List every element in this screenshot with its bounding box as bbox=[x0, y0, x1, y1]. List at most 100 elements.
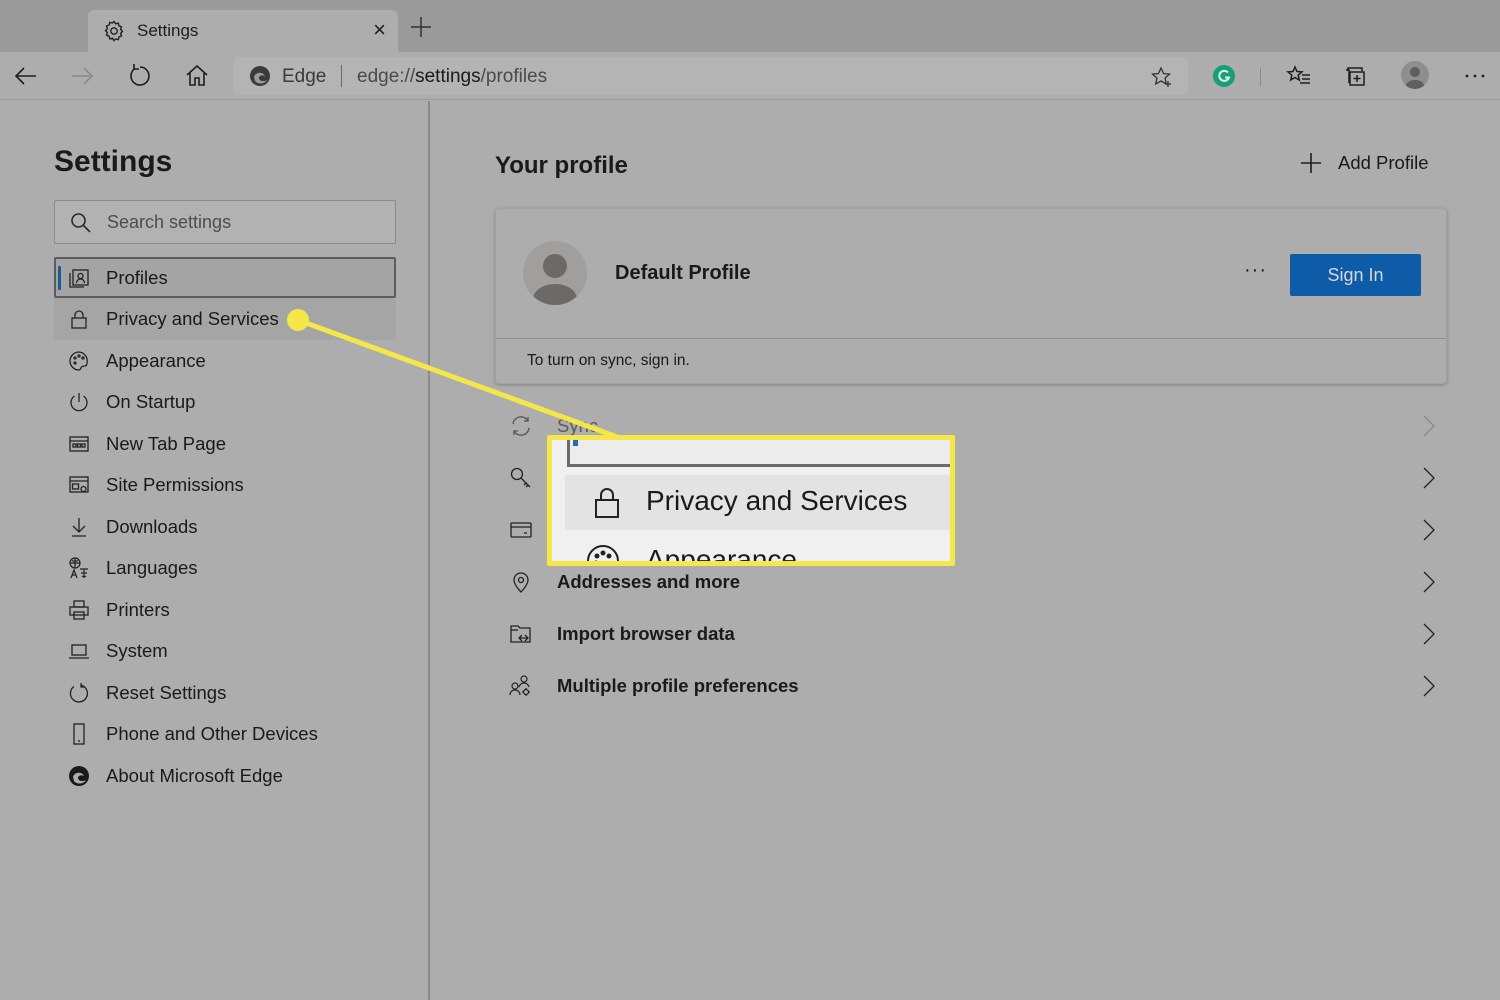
row-label: Addresses and more bbox=[557, 571, 741, 592]
sidebar-item-languages[interactable]: Languages bbox=[54, 547, 396, 589]
sidebar-item-label: On Startup bbox=[106, 391, 196, 412]
sidebar-item-label: System bbox=[106, 640, 168, 661]
row-label: Sync bbox=[557, 415, 599, 436]
sidebar-item-label: Profiles bbox=[106, 267, 168, 288]
chevron-right-icon bbox=[1423, 415, 1435, 437]
sync-message: To turn on sync, sign in. bbox=[527, 352, 690, 369]
download-icon bbox=[72, 517, 86, 537]
more-menu-button[interactable] bbox=[1462, 62, 1490, 90]
languages-icon bbox=[69, 557, 88, 579]
profiles-icon bbox=[69, 269, 89, 288]
url-prefix: edge:// bbox=[357, 66, 416, 87]
palette-icon bbox=[587, 545, 619, 561]
home-button[interactable] bbox=[183, 62, 211, 90]
sidebar-item-label: Downloads bbox=[106, 515, 198, 537]
favorites-icon[interactable] bbox=[1285, 62, 1313, 90]
profile-card: Default Profile ··· Sign In To turn on s… bbox=[495, 208, 1447, 384]
tab-settings[interactable]: Settings × bbox=[88, 10, 398, 52]
sidebar-item-label: Phone and Other Devices bbox=[106, 723, 318, 744]
url-bold: settings bbox=[415, 66, 481, 87]
profile-more-options-button[interactable]: ··· bbox=[1244, 259, 1267, 282]
sign-in-button[interactable]: Sign In bbox=[1290, 254, 1421, 296]
callout-profiles-label: Profiles bbox=[644, 440, 734, 444]
credit-card-icon bbox=[510, 522, 532, 538]
callout-appearance-label: Appearance bbox=[646, 544, 798, 566]
sidebar-item-label: Reset Settings bbox=[106, 681, 227, 703]
sidebar-item-appearance[interactable]: Appearance bbox=[54, 340, 396, 382]
refresh-button[interactable] bbox=[125, 62, 153, 90]
chevron-right-icon bbox=[1423, 519, 1435, 541]
sidebar-item-label: Languages bbox=[106, 557, 198, 578]
new-tab-page-icon bbox=[69, 435, 89, 452]
settings-nav: Profiles Privacy and Services Appearance… bbox=[54, 257, 396, 796]
sidebar-item-privacy-and-services[interactable]: Privacy and Services bbox=[54, 298, 396, 340]
sidebar-item-about-microsoft-edge[interactable]: About Microsoft Edge bbox=[54, 755, 396, 797]
profile-name: Default Profile bbox=[615, 262, 751, 284]
add-profile-button[interactable]: Add Profile bbox=[1299, 151, 1429, 175]
add-favorite-icon[interactable] bbox=[1150, 65, 1174, 89]
page-title: Your profile bbox=[495, 152, 628, 179]
card-divider bbox=[496, 338, 1446, 339]
callout-profiles-item: Profiles bbox=[567, 435, 950, 467]
sidebar-item-phone-and-other-devices[interactable]: Phone and Other Devices bbox=[54, 713, 396, 755]
address-separator bbox=[341, 65, 342, 87]
url-text[interactable]: edge://settings/profiles bbox=[357, 66, 547, 88]
gear-icon bbox=[104, 20, 124, 42]
back-button[interactable] bbox=[12, 62, 40, 90]
sidebar-item-label: New Tab Page bbox=[106, 432, 226, 454]
sidebar-item-profiles[interactable]: Profiles bbox=[54, 257, 396, 298]
chevron-right-icon bbox=[1423, 675, 1435, 697]
row-label: Import browser data bbox=[557, 623, 735, 644]
location-pin-icon bbox=[513, 572, 529, 593]
sidebar-item-label: About Microsoft Edge bbox=[106, 764, 283, 786]
profiles-icon bbox=[592, 435, 622, 440]
tab-strip: Settings × bbox=[0, 0, 1500, 52]
profile-avatar-button[interactable] bbox=[1401, 61, 1429, 89]
close-tab-button[interactable]: × bbox=[373, 19, 386, 41]
search-input[interactable] bbox=[107, 209, 387, 235]
sidebar-title: Settings bbox=[54, 145, 173, 178]
sidebar-item-label: Appearance bbox=[106, 349, 206, 371]
address-bar[interactable]: Edge edge://settings/profiles bbox=[233, 57, 1188, 95]
palette-icon bbox=[69, 350, 88, 371]
row-import-browser-data[interactable]: Import browser data bbox=[495, 608, 1447, 660]
printer-icon bbox=[69, 599, 89, 620]
profile-preferences-icon bbox=[509, 675, 530, 696]
toolbar: Edge edge://settings/profiles bbox=[0, 52, 1500, 100]
import-icon bbox=[510, 625, 531, 643]
sidebar-item-system[interactable]: System bbox=[54, 630, 396, 672]
toolbar-separator bbox=[1260, 68, 1261, 86]
add-profile-label: Add Profile bbox=[1338, 152, 1429, 173]
row-label: Multiple profile preferences bbox=[557, 675, 799, 696]
sidebar-item-site-permissions[interactable]: Site Permissions bbox=[54, 464, 396, 506]
url-suffix: /profiles bbox=[480, 66, 548, 87]
sidebar-item-on-startup[interactable]: On Startup bbox=[54, 381, 396, 423]
sidebar-item-reset-settings[interactable]: Reset Settings bbox=[54, 672, 396, 714]
sidebar-item-label: Site Permissions bbox=[106, 474, 244, 495]
edge-logo-icon bbox=[69, 765, 89, 786]
sidebar-item-printers[interactable]: Printers bbox=[54, 589, 396, 631]
sidebar-item-downloads[interactable]: Downloads bbox=[54, 506, 396, 548]
reset-icon bbox=[69, 682, 89, 703]
callout-appearance-item: Appearance bbox=[586, 544, 797, 561]
settings-sidebar: Settings Profiles Privacy and Services A… bbox=[0, 101, 430, 1000]
avatar bbox=[523, 241, 587, 305]
forward-button[interactable] bbox=[68, 62, 96, 90]
power-icon bbox=[70, 393, 88, 412]
plus-icon bbox=[1301, 153, 1321, 173]
sidebar-item-label: Privacy and Services bbox=[106, 308, 279, 329]
sidebar-item-new-tab-page[interactable]: New Tab Page bbox=[54, 423, 396, 465]
chevron-right-icon bbox=[1423, 571, 1435, 593]
lock-icon bbox=[595, 488, 619, 518]
lock-icon bbox=[71, 310, 87, 329]
edge-logo-icon bbox=[250, 66, 270, 86]
grammarly-extension-icon[interactable] bbox=[1213, 65, 1235, 87]
phone-icon bbox=[73, 723, 85, 745]
sidebar-item-label: Printers bbox=[106, 598, 170, 620]
callout-privacy-item: Privacy and Services bbox=[565, 475, 950, 530]
collections-icon[interactable] bbox=[1342, 62, 1370, 90]
search-settings-field[interactable] bbox=[54, 200, 396, 244]
new-tab-button[interactable] bbox=[408, 14, 434, 40]
sync-icon bbox=[512, 416, 530, 436]
row-multiple-profile-preferences[interactable]: Multiple profile preferences bbox=[495, 660, 1447, 712]
